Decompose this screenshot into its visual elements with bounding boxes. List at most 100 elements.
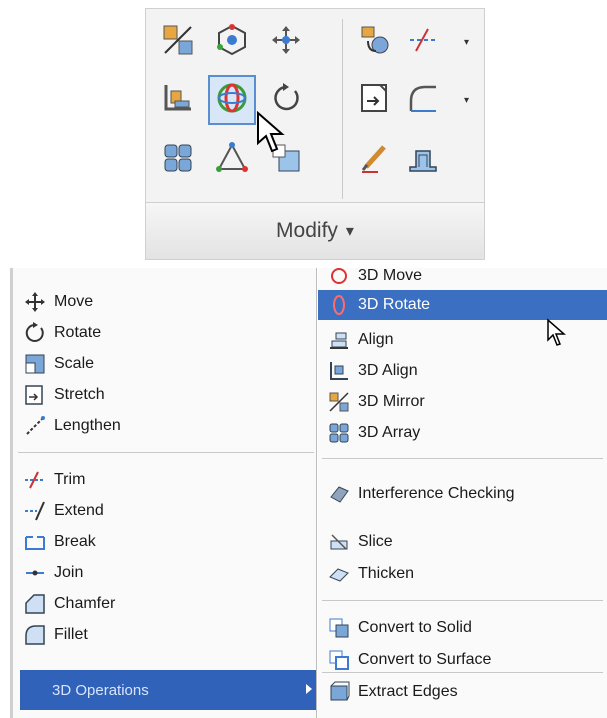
3d-rotate-button[interactable] (208, 75, 256, 125)
thicken-button[interactable] (401, 135, 445, 185)
menu-item-trim[interactable]: Trim (22, 466, 85, 494)
menu-separator (18, 452, 314, 453)
menu-item-label: Move (54, 293, 94, 310)
3d-array-icon (326, 421, 352, 445)
menu-item-fillet[interactable]: Fillet (22, 621, 88, 649)
chamfer-icon (22, 592, 48, 616)
menu-separator (322, 600, 603, 601)
align-icon (326, 328, 352, 352)
menu-item-scale[interactable]: Scale (22, 350, 94, 378)
rotate-icon (22, 321, 48, 345)
3d-mirror-button[interactable] (154, 17, 202, 67)
3d-orbit-button[interactable] (208, 17, 256, 67)
3d-orbit-icon (215, 23, 249, 61)
menu-item-3d-move[interactable]: 3D Move (326, 262, 422, 290)
menu-item-slice[interactable]: Slice (326, 528, 393, 556)
menu-item-label: Thicken (358, 565, 415, 582)
modify-menu: Move Rotate Scale Stretch Lengthen Trim … (0, 267, 607, 718)
trim-button[interactable] (401, 17, 445, 67)
stretch-button[interactable] (351, 75, 399, 125)
trim-dropdown-arrow[interactable]: ▾ (464, 37, 469, 48)
menu-item-label: Join (54, 564, 84, 581)
stretch-icon (22, 383, 48, 407)
panel-expand-arrow[interactable]: ▾ (346, 221, 354, 241)
menu-item-3d-align[interactable]: 3D Align (326, 357, 418, 385)
stretch-icon (358, 81, 392, 119)
3d-scale-button[interactable] (208, 135, 256, 185)
join-icon (22, 561, 48, 585)
3d-move-icon (326, 264, 352, 288)
3d-rotate-icon (326, 293, 352, 317)
menu-item-label: Chamfer (54, 595, 116, 612)
move-gizmo-icon (269, 23, 303, 61)
menu-item-convert-to-solid[interactable]: Convert to Solid (326, 614, 472, 642)
menu-item-thicken[interactable]: Thicken (326, 560, 414, 588)
modify-ribbon-panel: ▾ ▾ Modify ▾ (145, 8, 485, 260)
menu-item-label: 3D Rotate (358, 296, 431, 313)
menu-item-interference-checking[interactable]: Interference Checking (326, 480, 515, 508)
extract-edges-icon (326, 680, 352, 704)
menu-item-label: Fillet (54, 626, 88, 643)
fillet-icon (406, 81, 440, 119)
mouse-cursor-icon (257, 111, 285, 153)
fillet-dropdown-arrow[interactable]: ▾ (464, 95, 469, 106)
menu-item-label: 3D Align (358, 362, 418, 379)
panel-title-bar[interactable]: Modify ▾ (146, 202, 484, 259)
menu-item-label: 3D Operations (52, 681, 149, 699)
edit-button[interactable] (351, 135, 399, 185)
rotate-copy-button[interactable] (351, 17, 399, 67)
convert-solid-icon (326, 616, 352, 640)
3d-move-gizmo-button[interactable] (262, 17, 310, 67)
3d-rotate-icon (215, 81, 249, 119)
menu-item-convert-to-surface[interactable]: Convert to Surface (326, 646, 491, 674)
thicken-icon (406, 141, 440, 179)
menu-item-label: Stretch (54, 386, 105, 403)
panel-title: Modify (276, 219, 338, 242)
convert-surface-icon (326, 648, 352, 672)
3d-scale-icon (215, 141, 249, 179)
menu-item-label: Extract Edges (358, 683, 458, 700)
mouse-cursor-icon (547, 318, 566, 346)
menu-separator (322, 672, 603, 673)
menu-item-extract-edges[interactable]: Extract Edges (326, 678, 458, 706)
menu-item-align[interactable]: Align (326, 326, 394, 354)
menu-item-label: 3D Move (358, 267, 423, 284)
trim-icon (22, 468, 48, 492)
3d-mirror-icon (326, 390, 352, 414)
menu-item-3d-rotate[interactable]: 3D Rotate (318, 290, 607, 320)
menu-item-label: Trim (54, 471, 86, 488)
menu-gutter (10, 268, 13, 718)
slice-icon (326, 530, 352, 554)
menu-separator (322, 458, 603, 459)
3d-array-button[interactable] (154, 135, 202, 185)
menu-item-3d-operations[interactable]: 3D Operations (20, 670, 316, 710)
lengthen-icon (22, 414, 48, 438)
menu-item-stretch[interactable]: Stretch (22, 381, 105, 409)
menu-item-label: Scale (54, 355, 95, 372)
menu-item-chamfer[interactable]: Chamfer (22, 590, 115, 618)
menu-item-label: Lengthen (54, 417, 121, 434)
menu-item-move[interactable]: Move (22, 288, 93, 316)
menu-item-label: Interference Checking (358, 485, 515, 502)
3d-align-icon (326, 359, 352, 383)
menu-item-break[interactable]: Break (22, 528, 96, 556)
fillet-icon (22, 623, 48, 647)
menu-item-label: Break (54, 533, 96, 550)
menu-item-extend[interactable]: Extend (22, 497, 104, 525)
3d-align-button[interactable] (154, 75, 202, 125)
menu-item-3d-mirror[interactable]: 3D Mirror (326, 388, 425, 416)
break-icon (22, 530, 48, 554)
move-icon (22, 290, 48, 314)
thicken-icon (326, 562, 352, 586)
edit-icon (358, 141, 392, 179)
trim-icon (406, 23, 440, 61)
ribbon-separator (342, 19, 343, 199)
menu-item-label: Extend (54, 502, 104, 519)
menu-item-label: Rotate (54, 324, 102, 341)
extend-icon (22, 499, 48, 523)
menu-item-join[interactable]: Join (22, 559, 83, 587)
menu-item-3d-array[interactable]: 3D Array (326, 419, 420, 447)
fillet-button[interactable] (401, 75, 445, 125)
menu-item-rotate[interactable]: Rotate (22, 319, 101, 347)
menu-item-lengthen[interactable]: Lengthen (22, 412, 121, 440)
